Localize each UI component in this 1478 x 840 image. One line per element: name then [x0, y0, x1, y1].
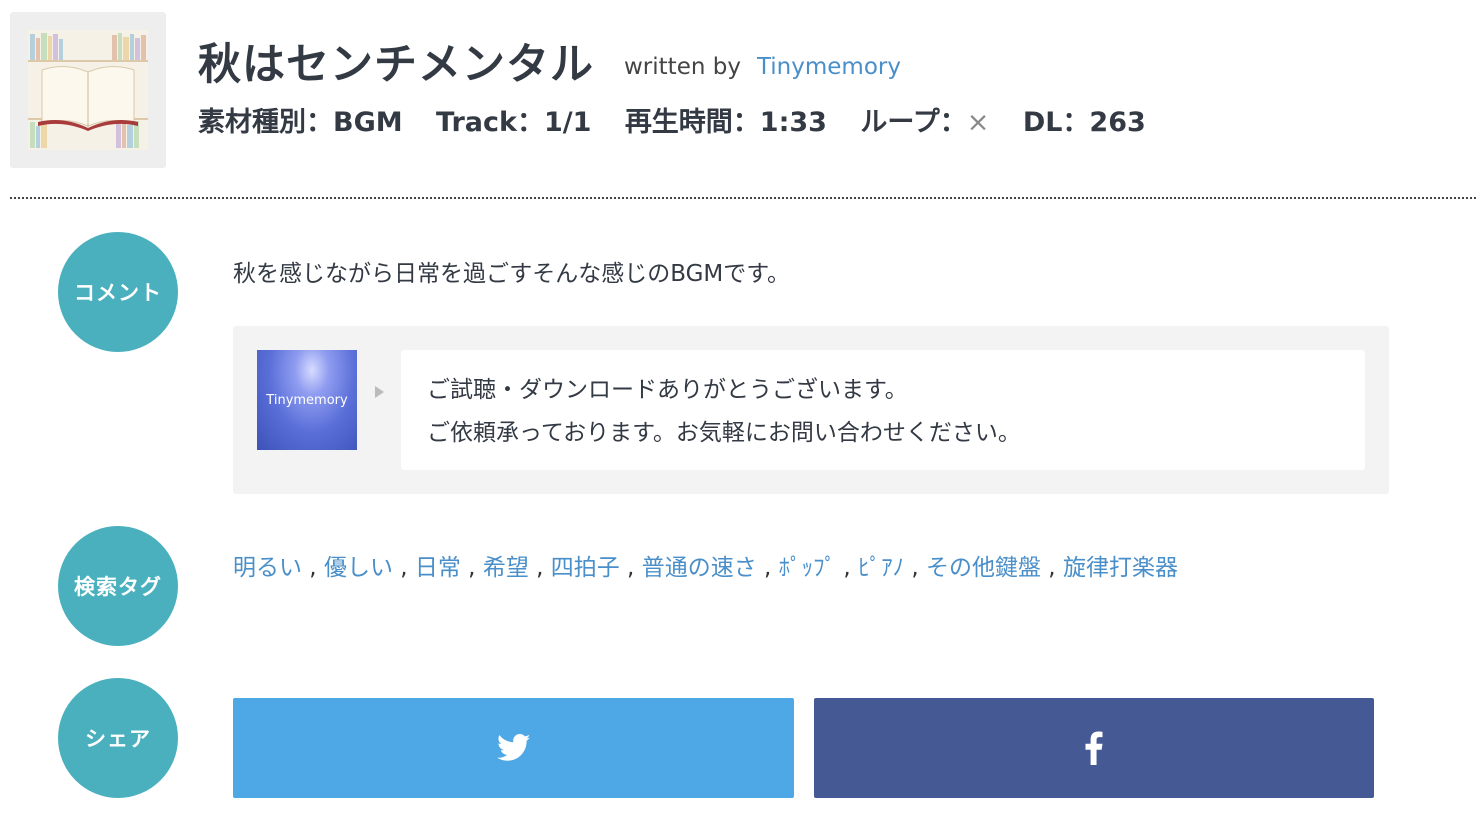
message-bubble: ご試聴・ダウンロードありがとうございます。 ご依頼承っております。お気軽にお問い…: [401, 350, 1365, 470]
meta-download-count: DL：263: [1022, 107, 1146, 138]
tag-separator: ,: [904, 555, 926, 581]
meta-type: 素材種別：BGM: [198, 107, 403, 138]
tag-separator: ,: [392, 555, 415, 581]
tag-link[interactable]: 希望: [483, 555, 529, 581]
comment-text: 秋を感じながら日常を過ごすそんな感じのBGMです。: [233, 261, 790, 287]
message-line-1: ご試聴・ダウンロードありがとうございます。: [427, 377, 908, 403]
page-title: 秋はセンチメンタル: [198, 40, 594, 90]
avatar-text: Tinymemory: [266, 392, 348, 408]
twitter-share-button[interactable]: [233, 698, 794, 798]
tag-link[interactable]: 日常: [415, 555, 461, 581]
meta-loop-value: ×: [966, 107, 990, 138]
author-avatar[interactable]: Tinymemory: [257, 350, 357, 450]
tag-link[interactable]: 普通の速さ: [642, 555, 757, 581]
divider: [10, 197, 1476, 199]
tag-link[interactable]: 四拍子: [551, 555, 620, 581]
tags-label: 検索タグ: [58, 526, 178, 646]
book-icon: [28, 30, 148, 150]
tag-separator: ,: [1041, 555, 1063, 581]
meta-track: Track：1/1: [436, 107, 592, 138]
tag-separator: ,: [460, 555, 483, 581]
share-label: シェア: [58, 678, 178, 798]
track-thumbnail: [10, 12, 166, 168]
written-by-label: written by: [624, 54, 741, 80]
tag-separator: ,: [302, 555, 324, 581]
byline: written by Tinymemory: [624, 54, 901, 80]
tag-separator: ,: [836, 555, 859, 581]
tag-link[interactable]: 明るい: [233, 555, 302, 581]
meta-duration: 再生時間：1:33: [624, 107, 827, 138]
track-meta: 素材種別：BGM Track：1/1 再生時間：1:33 ループ：× DL：26…: [198, 100, 1170, 139]
message-line-2: ご依頼承っております。お気軽にお問い合わせください。: [427, 420, 1021, 446]
tag-list: 明るい , 優しい , 日常 , 希望 , 四拍子 , 普通の速さ , ﾎﾟｯﾌ…: [233, 548, 1178, 582]
author-message-box: Tinymemory ご試聴・ダウンロードありがとうございます。 ご依頼承ってお…: [233, 326, 1389, 494]
speech-arrow-icon: [375, 386, 384, 398]
meta-loop: ループ：×: [860, 107, 989, 138]
meta-loop-label: ループ：: [860, 107, 967, 138]
facebook-f-icon: [1085, 731, 1103, 765]
tag-separator: ,: [756, 555, 779, 581]
tag-link[interactable]: 優しい: [324, 555, 393, 581]
tag-link[interactable]: ﾎﾟｯﾌﾟ: [779, 555, 837, 581]
comment-label: コメント: [58, 232, 178, 352]
tag-link[interactable]: その他鍵盤: [926, 555, 1041, 581]
tag-link[interactable]: 旋律打楽器: [1063, 555, 1178, 581]
facebook-share-button[interactable]: [814, 698, 1374, 798]
tag-separator: ,: [528, 555, 551, 581]
author-link[interactable]: Tinymemory: [757, 54, 901, 80]
tag-link[interactable]: ﾋﾟｱﾉ: [858, 555, 904, 581]
tag-separator: ,: [619, 555, 642, 581]
twitter-bird-icon: [496, 734, 530, 761]
